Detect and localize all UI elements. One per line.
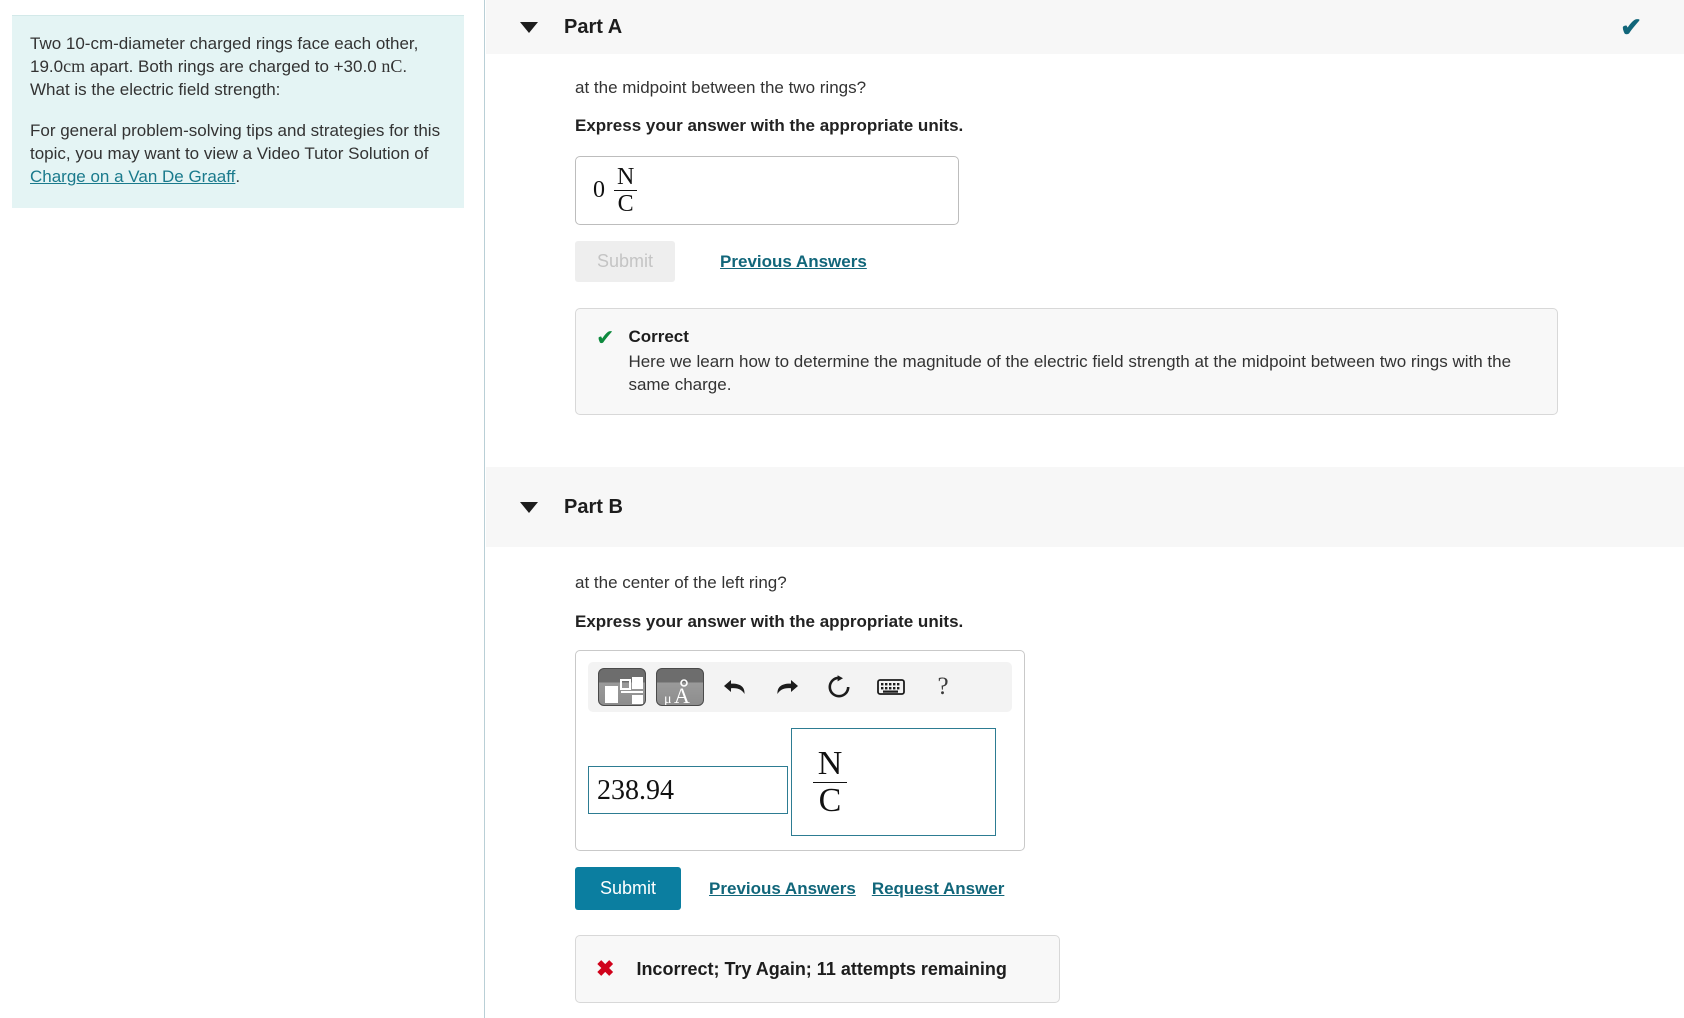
redo-icon[interactable] (766, 668, 808, 706)
chevron-down-icon[interactable] (520, 501, 538, 513)
help-icon[interactable]: ? (922, 668, 964, 706)
part-b-feedback-text: Incorrect; Try Again; 11 attempts remain… (636, 958, 1007, 979)
part-b-unit-denominator: C (818, 781, 842, 819)
check-icon: ✔ (596, 325, 615, 350)
part-a-title: Part A (564, 15, 623, 38)
parts-pane: Part A ✔ at the midpoint between the two… (486, 0, 1684, 1018)
part-a-feedback-content: Correct Here we learn how to determine t… (628, 327, 1537, 396)
svg-text:A: A (674, 683, 690, 706)
problem-statement-box: Two 10-cm-diameter charged rings face ea… (12, 15, 464, 208)
part-a-answer-display: 0 N C (575, 156, 959, 225)
part-a-body: at the midpoint between the two rings? E… (486, 78, 1684, 415)
tips-text-before: For general problem-solving tips and str… (30, 121, 441, 163)
problem-statement-mid: apart. Both rings are charged to +30.0 (85, 57, 382, 76)
undo-icon[interactable] (714, 668, 756, 706)
part-b-submit-button[interactable]: Submit (575, 867, 682, 910)
part-a-answer-value: 0 (593, 177, 605, 203)
problem-statement: Two 10-cm-diameter charged rings face ea… (30, 32, 446, 101)
problem-charge-unit: nC (381, 56, 403, 76)
part-a-previous-answers-link[interactable]: Previous Answers (720, 252, 867, 272)
part-a-feedback-title: Correct (628, 327, 689, 346)
part-b-value-input[interactable]: 238.94 (588, 766, 788, 814)
part-a-unit-numerator: N (617, 164, 635, 190)
problem-tips: For general problem-solving tips and str… (30, 119, 446, 188)
part-b-header[interactable]: Part B (486, 467, 1684, 547)
part-b-instruction: Express your answer with the appropriate… (575, 612, 964, 631)
page-root: Two 10-cm-diameter charged rings face ea… (0, 0, 1684, 1018)
units-palette-icon[interactable]: μ A (656, 668, 704, 706)
problem-distance-value: 19.0 (30, 57, 64, 76)
cross-icon: ✖ (596, 956, 615, 981)
part-b-feedback-incorrect: ✖ Incorrect; Try Again; 11 attempts rema… (575, 935, 1060, 1003)
part-a-feedback-text: Here we learn how to determine the magni… (628, 352, 1512, 394)
part-a-question: at the midpoint between the two rings? (575, 78, 867, 97)
video-tutor-link[interactable]: Charge on a Van De Graaff (30, 167, 235, 186)
part-a-unit-denominator: C (617, 191, 634, 217)
part-a-submit-button: Submit (575, 241, 676, 282)
part-b-request-answer-link[interactable]: Request Answer (872, 879, 1005, 899)
part-b-answer-editor: μ A ? 238.94 N C (575, 650, 1025, 851)
problem-pane: Two 10-cm-diameter charged rings face ea… (0, 0, 485, 1018)
editor-toolbar: μ A ? (588, 662, 1012, 712)
part-a-status-check-icon: ✔ (1620, 12, 1642, 42)
part-a-answer-unit: N C (614, 164, 638, 217)
part-b-unit-fraction: N C (813, 744, 847, 819)
problem-distance-unit: cm (63, 56, 86, 76)
problem-statement-line1: Two 10-cm-diameter charged rings face ea… (30, 34, 419, 53)
part-b-actions: Submit Previous Answers Request Answer (575, 867, 1684, 910)
part-a-feedback-correct: ✔ Correct Here we learn how to determine… (575, 308, 1558, 415)
part-b-unit-input[interactable]: N C (791, 728, 996, 836)
svg-text:μ: μ (664, 692, 672, 706)
math-templates-icon[interactable] (598, 668, 646, 706)
chevron-down-icon[interactable] (520, 21, 538, 33)
part-b-title: Part B (564, 495, 623, 518)
part-b-question: at the center of the left ring? (575, 573, 787, 592)
part-b-unit-numerator: N (817, 744, 843, 782)
part-b-previous-answers-link[interactable]: Previous Answers (709, 879, 856, 899)
keyboard-icon[interactable] (870, 668, 912, 706)
part-a-instruction: Express your answer with the appropriate… (575, 116, 964, 135)
reset-icon[interactable] (818, 668, 860, 706)
part-a-header[interactable]: Part A ✔ (486, 0, 1684, 54)
part-b-body: at the center of the left ring? Express … (486, 573, 1684, 1003)
part-a-actions: Submit Previous Answers (575, 241, 1684, 282)
part-b-input-row: 238.94 N C (588, 728, 1012, 836)
tips-text-after: . (235, 167, 241, 186)
